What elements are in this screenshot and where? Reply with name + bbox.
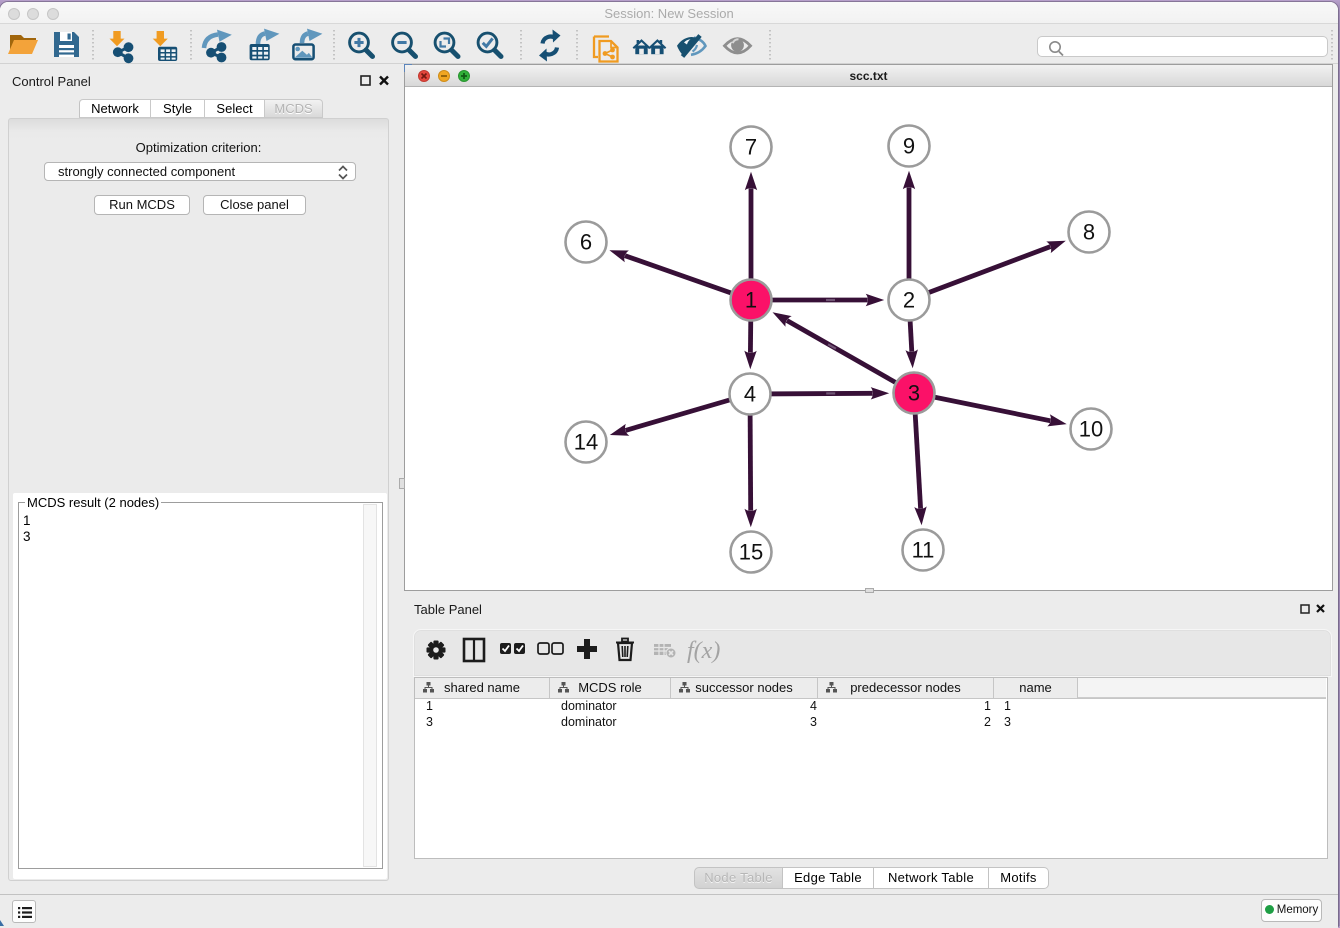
svg-text:15: 15 [739, 540, 763, 565]
svg-text:7: 7 [745, 135, 757, 160]
svg-text:14: 14 [574, 430, 598, 455]
svg-text:f(x): f(x) [687, 638, 720, 664]
svg-text:11: 11 [912, 538, 935, 563]
svg-text:3: 3 [908, 381, 920, 406]
svg-text:8: 8 [1083, 220, 1095, 245]
svg-text:1: 1 [745, 288, 757, 313]
svg-text:6: 6 [580, 230, 592, 255]
svg-text:2: 2 [903, 288, 915, 313]
svg-text:4: 4 [744, 382, 756, 407]
svg-text:10: 10 [1079, 417, 1103, 442]
svg-text:9: 9 [903, 134, 915, 159]
